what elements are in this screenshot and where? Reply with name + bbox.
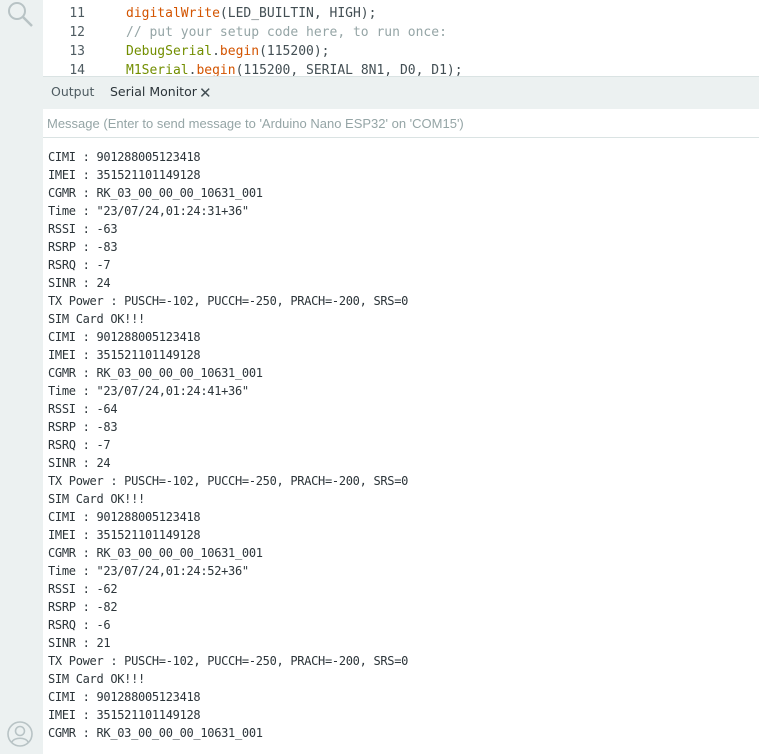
code-token: (115200, SERIAL_8N1, D0, D1); — [235, 63, 463, 77]
code-editor[interactable]: ( 11 digitalWrite(LED_BUILTIN, HIGH); 12 //… — [43, 0, 759, 77]
profile-icon[interactable] — [6, 720, 34, 748]
code-line: 14 M1Serial.begin(115200, SERIAL_8N1, D0,… — [43, 61, 462, 77]
serial-line: CGMR : RK_03_00_00_00_10631_001 — [48, 186, 263, 200]
serial-line: Time : "23/07/24,01:24:41+36" — [48, 384, 249, 398]
code-line: 13 DebugSerial.begin(115200); — [43, 42, 329, 61]
serial-line: SIM Card OK!!! — [48, 672, 145, 686]
tab-serial-monitor[interactable]: Serial Monitor — [110, 77, 197, 109]
line-number: 11 — [69, 6, 85, 21]
code-token: (LED_BUILTIN, HIGH); — [219, 6, 377, 21]
serial-line: IMEI : 351521101149128 — [48, 348, 201, 362]
tab-output[interactable]: Output — [51, 77, 94, 109]
code-token: // put your setup code here, to run once… — [126, 25, 447, 40]
serial-line: IMEI : 351521101149128 — [48, 528, 201, 542]
code-text: // put your setup code here, to run once… — [126, 23, 447, 42]
serial-output[interactable]: CIMI : 901288005123418 IMEI : 35152110114… — [43, 138, 759, 754]
serial-line: SINR : 24 — [48, 276, 111, 290]
serial-line: Time : "23/07/24,01:24:52+36" — [48, 564, 249, 578]
code-token: DebugSerial — [126, 44, 213, 59]
code-line: 12 // put your setup code here, to run on… — [43, 23, 447, 42]
serial-line: RSRP : -83 — [48, 420, 118, 434]
serial-line: CGMR : RK_03_00_00_00_10631_001 — [48, 546, 263, 560]
serial-line: RSSI : -63 — [48, 222, 118, 236]
serial-line: RSSI : -64 — [48, 402, 118, 416]
serial-line: Time : "23/07/24,01:24:31+36" — [48, 204, 249, 218]
serial-line: SINR : 24 — [48, 456, 111, 470]
serial-line: SIM Card OK!!! — [48, 312, 145, 326]
close-icon[interactable]: ✕ — [199, 77, 212, 109]
serial-line: RSSI : -62 — [48, 582, 118, 596]
code-token: begin — [219, 44, 260, 59]
serial-line: RSRQ : -7 — [48, 438, 111, 452]
code-token: begin — [196, 63, 236, 77]
code-token: M1Serial — [126, 63, 189, 77]
code-text: digitalWrite(LED_BUILTIN, HIGH); — [126, 4, 376, 23]
serial-line: IMEI : 351521101149128 — [48, 708, 201, 722]
serial-line: CGMR : RK_03_00_00_00_10631_001 — [48, 366, 263, 380]
serial-line: CIMI : 901288005123418 — [48, 150, 201, 164]
line-number: 13 — [69, 44, 85, 59]
serial-line: TX Power : PUSCH=-102, PUCCH=-250, PRACH… — [48, 474, 409, 488]
serial-line: IMEI : 351521101149128 — [48, 168, 201, 182]
message-input[interactable] — [47, 112, 747, 134]
code-line-partial: ( — [126, 0, 134, 2]
code-token: . — [212, 44, 220, 59]
code-token: (115200); — [259, 44, 330, 59]
serial-line: CIMI : 901288005123418 — [48, 690, 201, 704]
line-number: 14 — [69, 63, 85, 77]
message-bar — [43, 109, 759, 138]
serial-line: RSRQ : -6 — [48, 618, 111, 632]
serial-line: SINR : 21 — [48, 636, 111, 650]
activity-bar — [0, 0, 43, 754]
code-line: 11 digitalWrite(LED_BUILTIN, HIGH); — [43, 4, 376, 23]
serial-line: TX Power : PUSCH=-102, PUCCH=-250, PRACH… — [48, 654, 409, 668]
serial-line: RSRQ : -7 — [48, 258, 111, 272]
panel-tabs: Output Serial Monitor ✕ — [43, 77, 759, 109]
serial-line: SIM Card OK!!! — [48, 492, 145, 506]
serial-line: CIMI : 901288005123418 — [48, 330, 201, 344]
serial-line: TX Power : PUSCH=-102, PUCCH=-250, PRACH… — [48, 294, 409, 308]
code-text: M1Serial.begin(115200, SERIAL_8N1, D0, D… — [126, 61, 463, 77]
line-number: 12 — [69, 25, 85, 40]
code-text: DebugSerial.begin(115200); — [126, 42, 330, 61]
serial-line: RSRP : -82 — [48, 600, 118, 614]
search-icon[interactable] — [6, 0, 34, 28]
serial-line: CIMI : 901288005123418 — [48, 510, 201, 524]
code-token: digitalWrite — [126, 6, 220, 21]
serial-line: CGMR : RK_03_00_00_00_10631_001 — [48, 726, 263, 740]
serial-line: RSRP : -83 — [48, 240, 118, 254]
